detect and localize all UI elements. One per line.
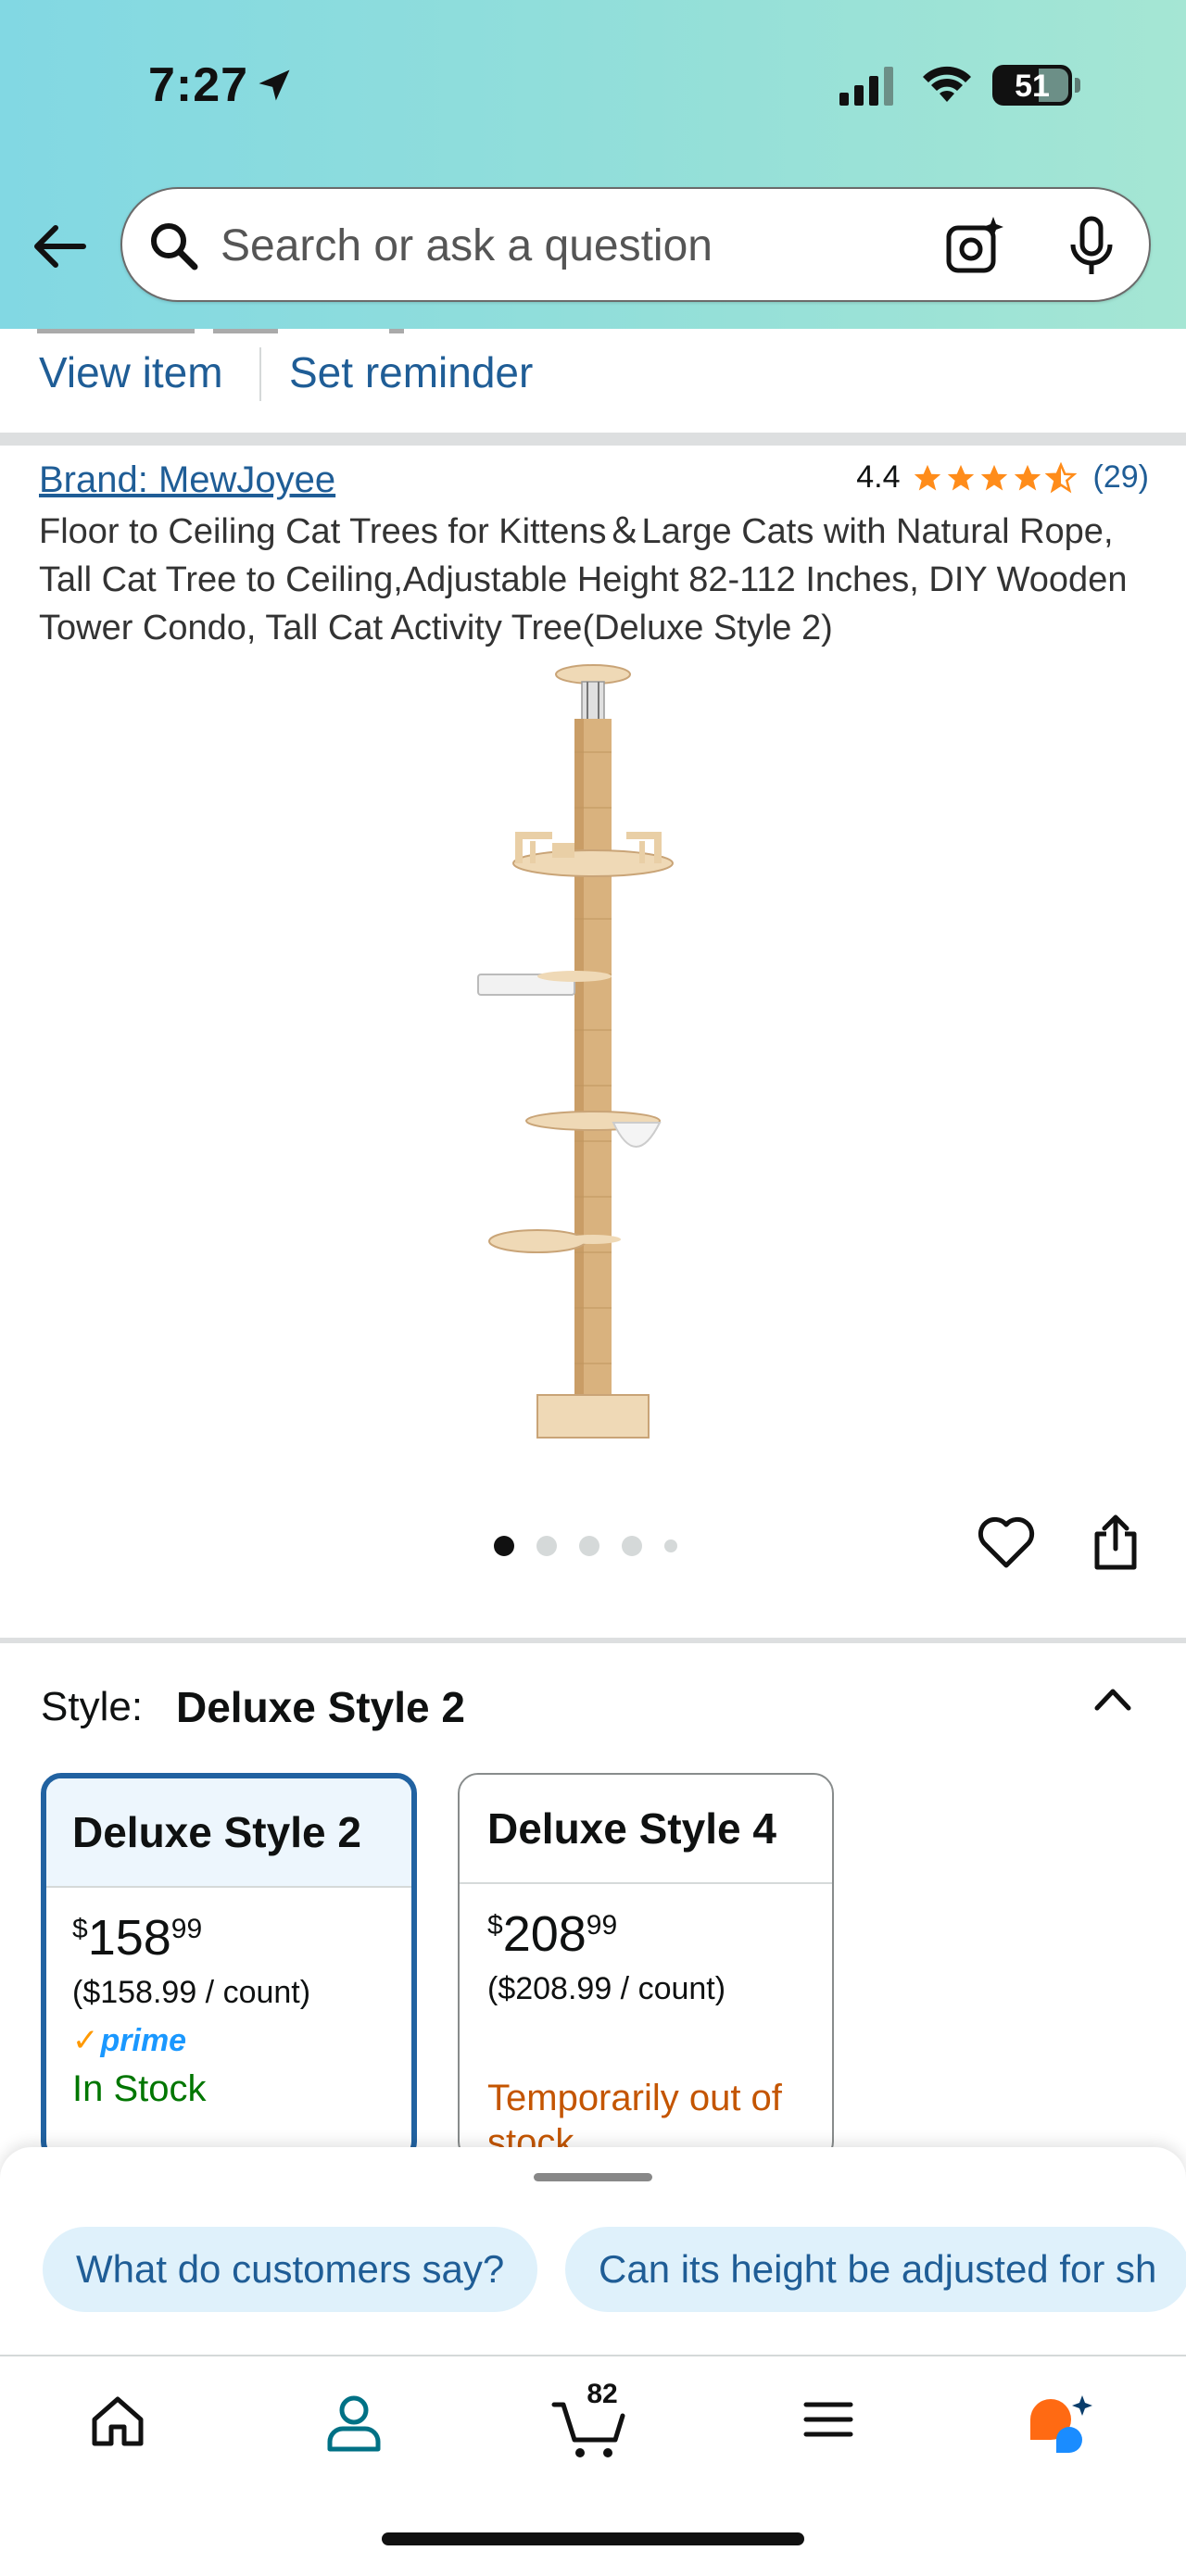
carousel-dot[interactable] xyxy=(622,1536,642,1556)
brand-link[interactable]: Brand: MewJoyee xyxy=(39,459,335,501)
style-label: Style: xyxy=(41,1684,144,1729)
set-reminder-link[interactable]: Set reminder xyxy=(289,347,533,397)
product-title: Floor to Ceiling Cat Trees for Kittens＆L… xyxy=(39,512,1128,647)
location-arrow-icon xyxy=(259,69,290,101)
unit-price: ($208.99 / count) xyxy=(487,1971,726,2006)
section-separator xyxy=(0,1638,1186,1643)
star-icon xyxy=(914,464,940,490)
status-time: 7:27 xyxy=(148,58,249,112)
item-action-row: View item Set reminder xyxy=(0,329,1186,433)
prime-check-icon: ✓ xyxy=(72,2023,99,2058)
home-indicator xyxy=(382,2532,804,2545)
heart-icon[interactable] xyxy=(977,1515,1036,1571)
suggestion-sheet: What do customers say? Can its height be… xyxy=(0,2147,1186,2355)
section-separator xyxy=(0,433,1186,446)
suggestion-chip[interactable]: What do customers say? xyxy=(43,2227,538,2312)
product-image-cat-tree[interactable] xyxy=(463,660,723,1447)
scrolled-content-peek xyxy=(37,329,404,333)
selected-style: Deluxe Style 2 xyxy=(176,1683,465,1731)
star-icon xyxy=(980,464,1007,490)
divider xyxy=(259,347,261,401)
style-option-deluxe-style-2[interactable]: Deluxe Style 2 $ 158 99 ($158.99 / count… xyxy=(41,1773,417,2162)
style-option-name: Deluxe Style 2 xyxy=(46,1778,411,1888)
rufus-assistant-icon[interactable] xyxy=(1025,2392,1099,2457)
cellular-signal-icon xyxy=(839,67,893,106)
star-rating xyxy=(912,461,1077,494)
header: 7:27 51 Search or ask a question xyxy=(0,0,1186,329)
price: $ 208 99 xyxy=(487,1906,618,1962)
sheet-drag-handle[interactable] xyxy=(534,2173,652,2181)
availability: In Stock xyxy=(72,2068,207,2109)
search-icon xyxy=(151,223,198,270)
unit-price: ($158.99 / count) xyxy=(72,1975,311,2010)
rating-value: 4.4 xyxy=(856,459,901,495)
cart-count-badge: 82 xyxy=(587,2379,618,2409)
star-icon xyxy=(947,464,974,490)
price: $ 158 99 xyxy=(72,1910,203,1966)
suggestion-chip[interactable]: Can its height be adjusted for sh xyxy=(565,2227,1186,2312)
style-option-name: Deluxe Style 4 xyxy=(460,1775,832,1884)
camera-lens-icon[interactable] xyxy=(943,215,1006,278)
back-arrow-icon[interactable] xyxy=(28,219,93,274)
half-star-icon xyxy=(1044,461,1077,493)
review-count-link[interactable]: (29) xyxy=(1093,459,1149,496)
account-icon[interactable] xyxy=(324,2392,384,2453)
chevron-up-icon[interactable] xyxy=(1090,1677,1136,1723)
search-placeholder: Search or ask a question xyxy=(221,221,713,270)
battery-icon: 51 xyxy=(992,65,1072,106)
share-icon[interactable] xyxy=(1088,1512,1143,1573)
prime-badge: ✓ prime xyxy=(72,2022,187,2059)
battery-level: 51 xyxy=(1015,69,1050,104)
microphone-icon[interactable] xyxy=(1066,215,1117,278)
carousel-dot[interactable] xyxy=(664,1539,677,1552)
star-icon xyxy=(1014,464,1041,490)
rating-summary[interactable]: 4.4 (29) xyxy=(856,459,1149,496)
style-option-deluxe-style-4[interactable]: Deluxe Style 4 $ 208 99 ($208.99 / count… xyxy=(458,1773,834,2162)
view-item-link[interactable]: View item xyxy=(39,347,223,397)
carousel-dot[interactable] xyxy=(579,1536,599,1556)
home-icon[interactable] xyxy=(89,2392,146,2449)
wifi-icon xyxy=(923,66,971,102)
image-carousel-dots[interactable] xyxy=(494,1536,677,1556)
menu-icon[interactable] xyxy=(801,2392,856,2447)
carousel-dot[interactable] xyxy=(494,1536,514,1556)
search-input[interactable]: Search or ask a question xyxy=(120,187,1151,302)
carousel-dot[interactable] xyxy=(536,1536,557,1556)
